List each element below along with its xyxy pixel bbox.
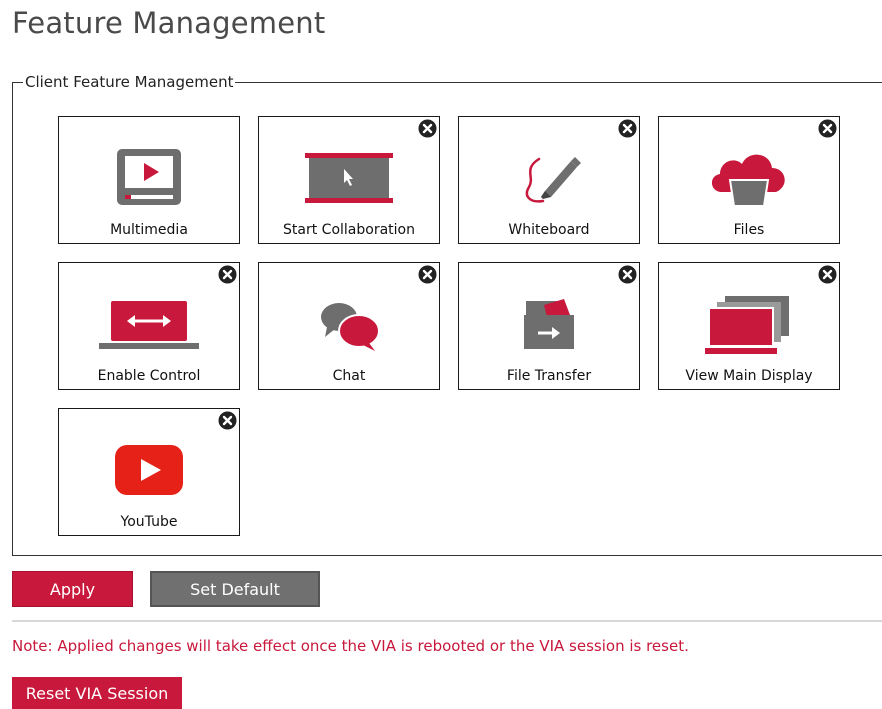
remove-feature-icon[interactable] — [818, 265, 837, 284]
feature-tile-start-collaboration[interactable]: Start Collaboration — [258, 116, 440, 244]
feature-tile-youtube[interactable]: YouTube — [58, 408, 240, 536]
whiteboard-icon — [459, 143, 639, 213]
file-transfer-icon — [459, 289, 639, 359]
apply-button[interactable]: Apply — [12, 571, 133, 607]
cloud-files-icon — [659, 143, 839, 213]
group-legend: Client Feature Management — [23, 72, 236, 92]
tile-label: Enable Control — [97, 368, 201, 384]
divider — [12, 620, 882, 622]
tile-label: File Transfer — [506, 368, 592, 384]
feature-tile-files[interactable]: Files — [658, 116, 840, 244]
tile-label: Whiteboard — [508, 222, 590, 238]
remove-feature-icon[interactable] — [418, 119, 437, 138]
feature-tile-multimedia[interactable]: Multimedia — [58, 116, 240, 244]
view-main-display-icon — [659, 289, 839, 359]
tile-label: Start Collaboration — [283, 222, 415, 238]
feature-tile-file-transfer[interactable]: File Transfer — [458, 262, 640, 390]
remove-feature-icon[interactable] — [618, 119, 637, 138]
remove-feature-icon[interactable] — [418, 265, 437, 284]
reset-via-session-button[interactable]: Reset VIA Session — [12, 677, 182, 709]
tile-label: Chat — [332, 368, 366, 384]
set-default-button[interactable]: Set Default — [150, 571, 320, 607]
remove-feature-icon[interactable] — [218, 265, 237, 284]
feature-tile-view-main-display[interactable]: View Main Display — [658, 262, 840, 390]
feature-tile-chat[interactable]: Chat — [258, 262, 440, 390]
chat-icon — [259, 289, 439, 359]
feature-tile-enable-control[interactable]: Enable Control — [58, 262, 240, 390]
tile-label: YouTube — [120, 514, 178, 530]
tile-label: View Main Display — [685, 368, 813, 384]
collaboration-icon — [259, 143, 439, 213]
tile-label: Files — [733, 222, 765, 238]
reboot-note: Note: Applied changes will take effect o… — [12, 637, 689, 655]
remove-feature-icon[interactable] — [818, 119, 837, 138]
youtube-icon — [59, 435, 239, 505]
page-title: Feature Management — [12, 6, 326, 40]
feature-tile-whiteboard[interactable]: Whiteboard — [458, 116, 640, 244]
enable-control-icon — [59, 289, 239, 359]
multimedia-icon — [59, 143, 239, 213]
remove-feature-icon[interactable] — [218, 411, 237, 430]
remove-feature-icon[interactable] — [618, 265, 637, 284]
tile-label: Multimedia — [110, 222, 188, 238]
